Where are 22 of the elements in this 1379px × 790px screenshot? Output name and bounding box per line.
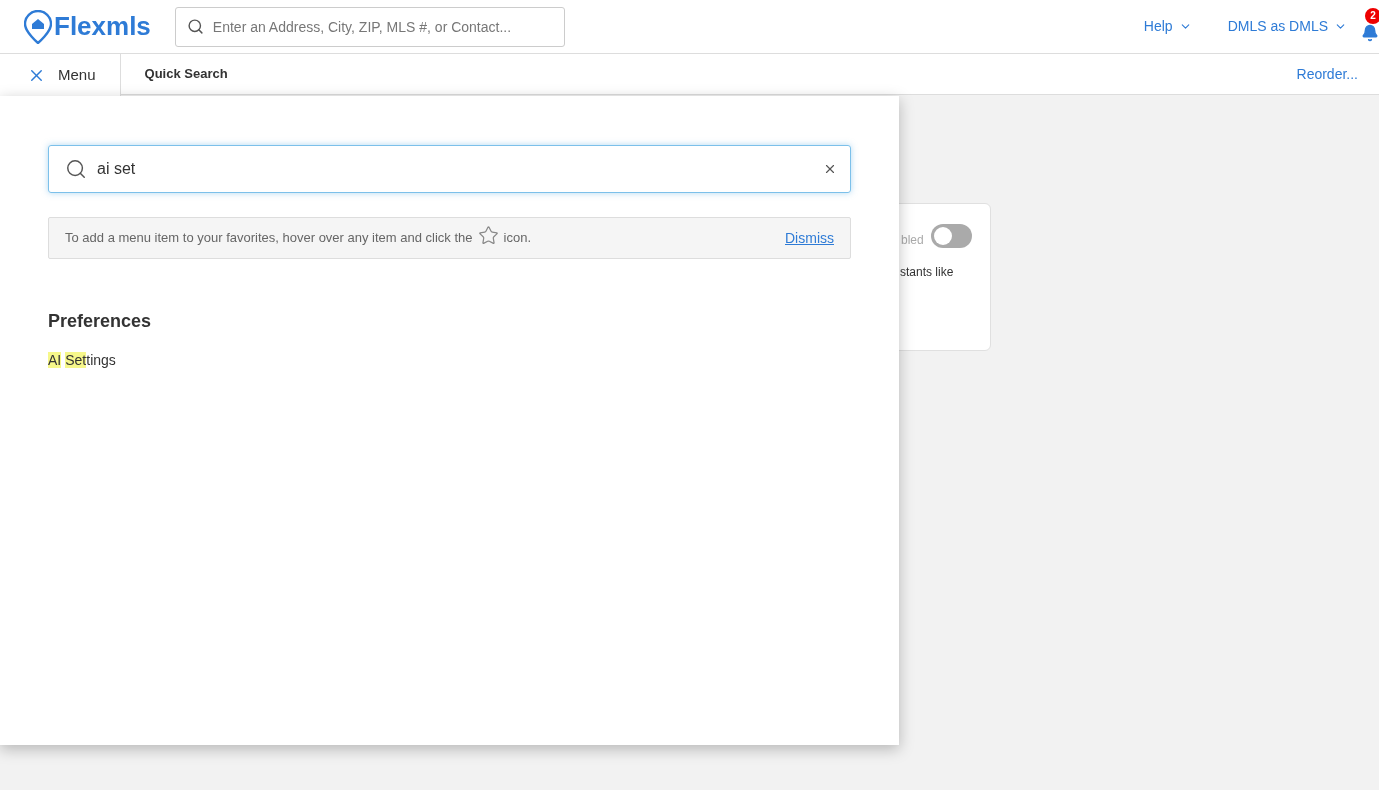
notification-badge: 2 — [1365, 7, 1379, 24]
logo-text[interactable]: Flexmls — [54, 7, 151, 46]
menu-search-field[interactable]: ai set — [48, 145, 851, 193]
search-icon — [65, 158, 87, 180]
clear-icon[interactable] — [823, 162, 837, 176]
dismiss-link[interactable]: Dismiss — [785, 227, 834, 249]
quick-search-tab[interactable]: Quick Search — [120, 54, 252, 94]
status-label: bled — [901, 232, 924, 249]
logo-icon — [24, 9, 52, 44]
star-icon — [477, 224, 499, 246]
tip-text: icon. — [503, 229, 531, 248]
tip-text: To add a menu item to your favorites, hover over any item and click the — [65, 229, 473, 248]
notification-bell-icon[interactable] — [1361, 23, 1379, 42]
menu-tab[interactable]: Menu — [0, 54, 121, 96]
card-description: stants like — [900, 264, 954, 281]
search-field[interactable]: Enter an Address, City, ZIP, MLS #, or Contact... — [174, 6, 565, 47]
toggle-switch[interactable] — [931, 224, 972, 248]
section-heading: Preferences — [48, 310, 153, 333]
reorder-link[interactable]: Reorder... — [1296, 54, 1379, 94]
account-menu[interactable]: DMLS as DMLS — [1227, 16, 1347, 37]
help-menu[interactable]: Help — [1143, 16, 1192, 37]
search-icon — [186, 17, 204, 35]
